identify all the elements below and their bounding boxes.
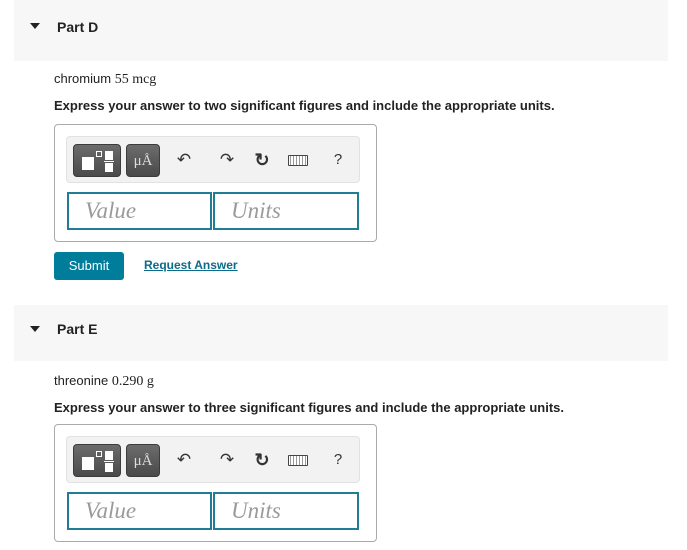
keyboard-icon[interactable] — [287, 149, 309, 171]
prompt-value: 0.290 g — [111, 374, 154, 389]
reset-icon[interactable]: ↻ — [251, 449, 273, 471]
templates-icon-part — [105, 463, 113, 472]
question-prompt: chromium 55 mcg — [54, 71, 156, 88]
templates-button[interactable] — [73, 444, 121, 477]
request-answer-link[interactable]: Request Answer — [144, 258, 238, 272]
templates-icon-part — [96, 151, 102, 157]
undo-icon[interactable]: ↶ — [173, 149, 195, 171]
templates-icon-part — [105, 163, 113, 172]
templates-icon-part — [104, 461, 114, 462]
units-input[interactable]: Units — [213, 192, 359, 230]
answer-box: μÅ ↶ ↷ ↻ ? Value Units — [54, 124, 377, 242]
keyboard-icon[interactable] — [287, 449, 309, 471]
templates-icon-part — [105, 451, 113, 460]
math-toolbar: μÅ ↶ ↷ ↻ ? — [66, 136, 360, 183]
templates-icon-part — [104, 161, 114, 162]
templates-icon — [82, 157, 94, 170]
prompt-value: 55 mcg — [114, 72, 157, 87]
part-title: Part D — [57, 19, 99, 35]
value-input[interactable]: Value — [67, 492, 212, 530]
templates-icon-part — [96, 451, 102, 457]
prompt-label: chromium — [54, 71, 112, 86]
submit-button[interactable]: Submit — [54, 252, 124, 280]
part-e-header[interactable]: Part E — [14, 305, 668, 361]
redo-icon[interactable]: ↷ — [216, 449, 238, 471]
caret-down-icon[interactable] — [30, 326, 40, 332]
help-icon[interactable]: ? — [327, 149, 349, 171]
value-input[interactable]: Value — [67, 192, 212, 230]
reset-icon[interactable]: ↻ — [251, 149, 273, 171]
caret-down-icon[interactable] — [30, 23, 40, 29]
question-prompt: threonine 0.290 g — [54, 373, 154, 390]
part-title: Part E — [57, 321, 98, 337]
templates-icon — [82, 457, 94, 470]
units-button[interactable]: μÅ — [126, 144, 160, 177]
units-input[interactable]: Units — [213, 492, 359, 530]
units-button[interactable]: μÅ — [126, 444, 160, 477]
math-toolbar: μÅ ↶ ↷ ↻ ? — [66, 436, 360, 483]
templates-icon-part — [105, 151, 113, 160]
part-d-header[interactable]: Part D — [14, 0, 668, 61]
templates-button[interactable] — [73, 144, 121, 177]
answer-box: μÅ ↶ ↷ ↻ ? Value Units — [54, 424, 377, 542]
undo-icon[interactable]: ↶ — [173, 449, 195, 471]
help-icon[interactable]: ? — [327, 449, 349, 471]
redo-icon[interactable]: ↷ — [216, 149, 238, 171]
instruction-text: Express your answer to two significant f… — [54, 98, 555, 113]
prompt-label: threonine — [54, 373, 109, 388]
instruction-text: Express your answer to three significant… — [54, 400, 564, 415]
